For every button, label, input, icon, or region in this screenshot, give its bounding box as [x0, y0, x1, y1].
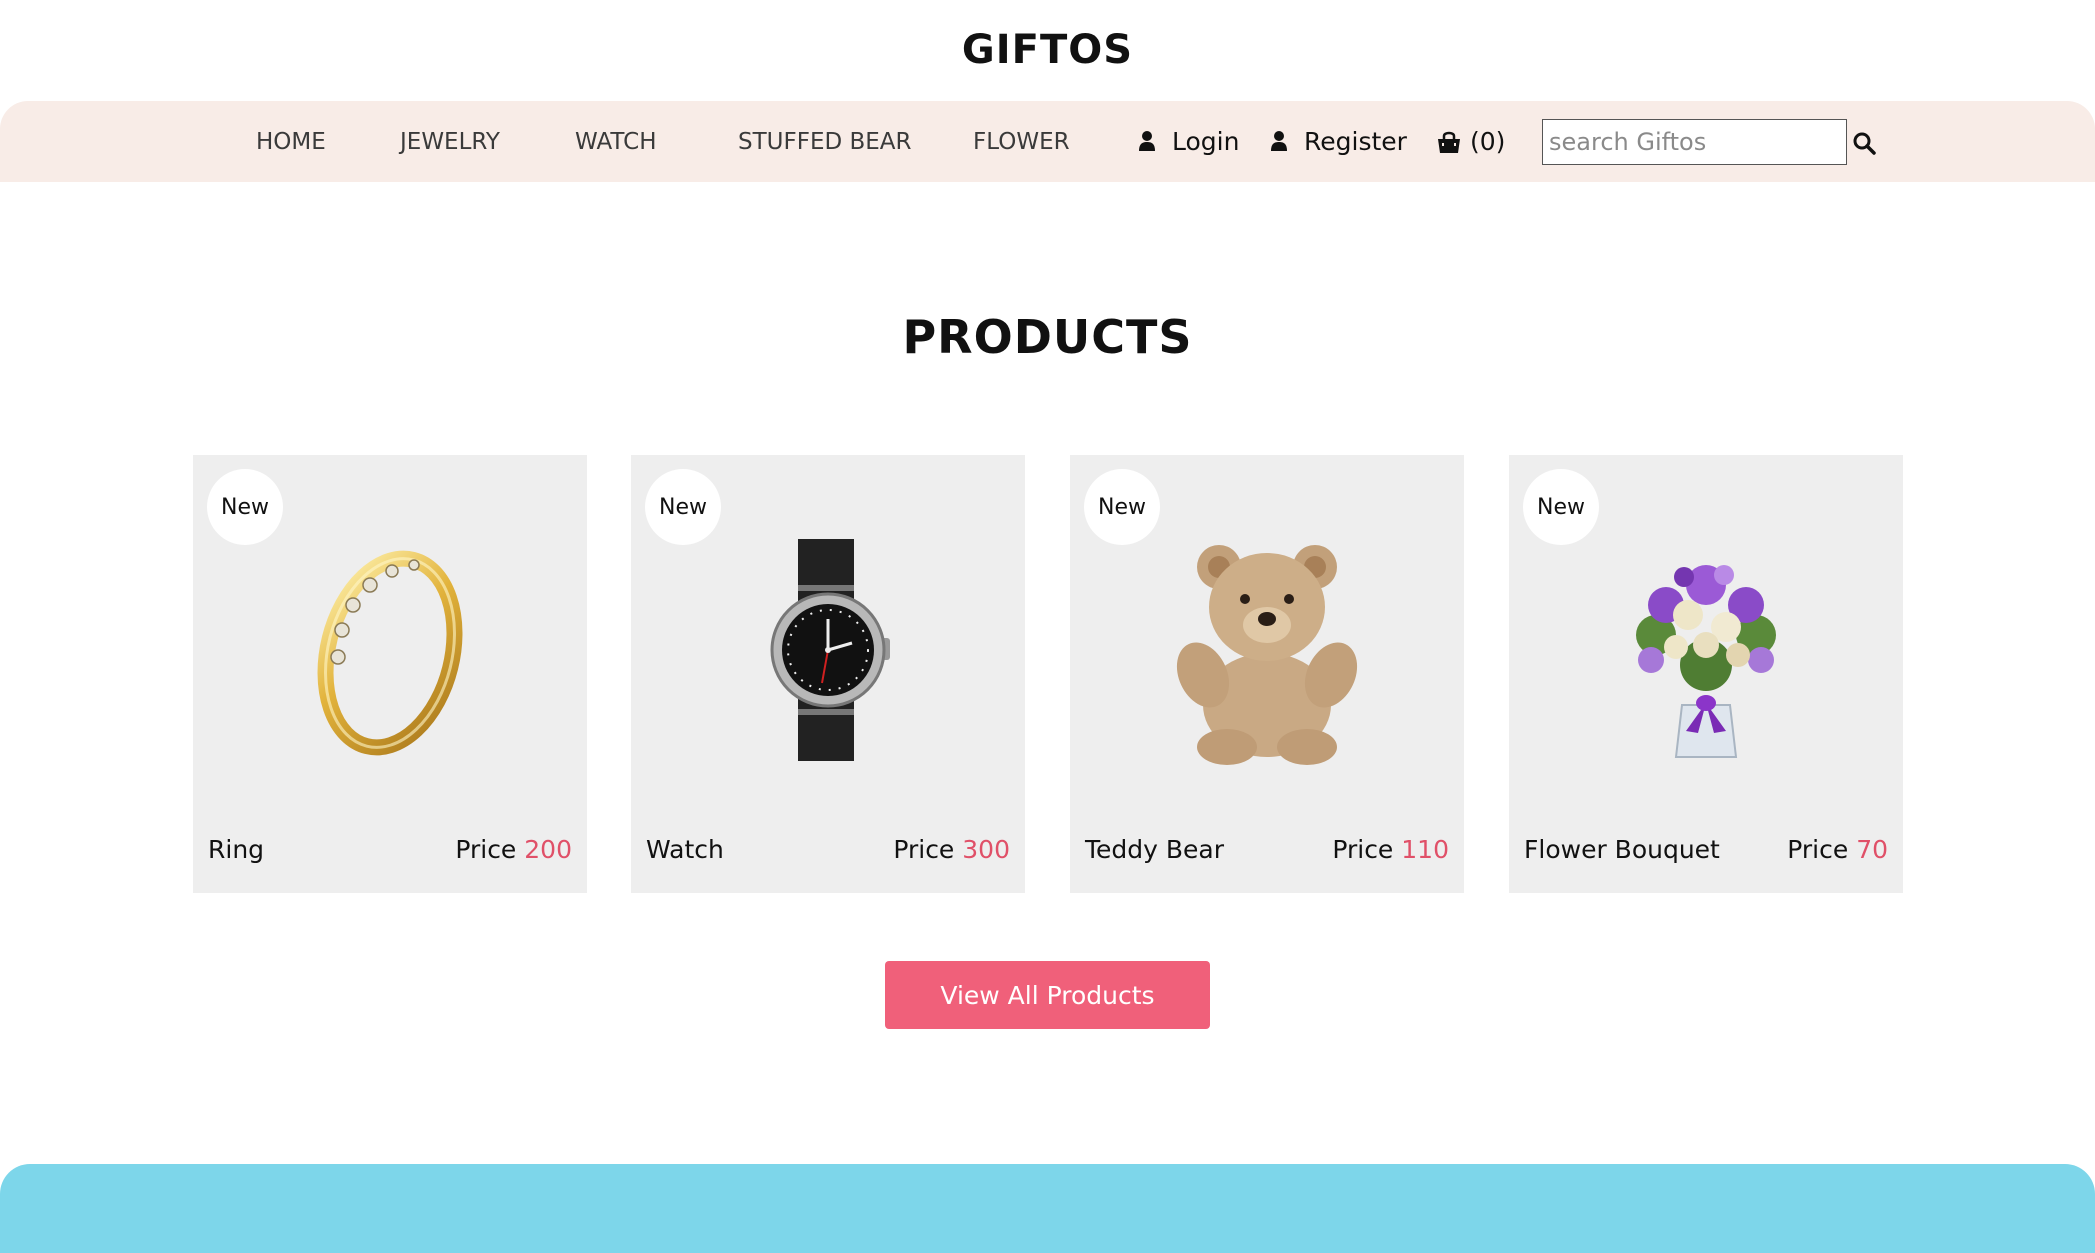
nav-link-watch[interactable]: WATCH: [575, 101, 657, 182]
shopping-bag-icon: [1436, 130, 1462, 154]
footer-section: [0, 1164, 2095, 1253]
new-badge: New: [645, 469, 721, 545]
user-icon: [1270, 130, 1290, 154]
register-label: Register: [1304, 127, 1407, 156]
product-price: Price 200: [455, 835, 572, 864]
price-label: Price: [455, 835, 517, 864]
price-label: Price: [893, 835, 955, 864]
register-link[interactable]: Register: [1270, 101, 1407, 182]
product-name: Flower Bouquet: [1524, 835, 1720, 864]
product-name: Teddy Bear: [1085, 835, 1225, 864]
product-card[interactable]: New Teddy Bear Price 110: [1070, 455, 1464, 893]
product-card[interactable]: New Watch Price 300: [631, 455, 1025, 893]
search-button[interactable]: [1852, 131, 1876, 155]
view-all-products-button[interactable]: View All Products: [885, 961, 1210, 1029]
product-price: Price 300: [893, 835, 1010, 864]
product-card[interactable]: New Ring Price 200: [193, 455, 587, 893]
login-link[interactable]: Login: [1138, 101, 1239, 182]
user-icon: [1138, 130, 1158, 154]
product-name: Ring: [208, 835, 265, 864]
login-label: Login: [1172, 127, 1240, 156]
product-card[interactable]: New Flower Bouquet Price 70: [1509, 455, 1903, 893]
product-name: Watch: [646, 835, 724, 864]
new-badge: New: [207, 469, 283, 545]
nav-link-flower[interactable]: FLOWER: [973, 101, 1070, 182]
section-title: PRODUCTS: [902, 310, 1193, 364]
product-price: Price 110: [1332, 835, 1449, 864]
site-logo[interactable]: GIFTOS: [0, 0, 2095, 100]
search-icon: [1852, 132, 1876, 159]
nav-link-home[interactable]: HOME: [256, 101, 326, 182]
teddy-bear-image: [1167, 535, 1367, 765]
product-price: Price 70: [1787, 835, 1888, 864]
new-badge: New: [1523, 469, 1599, 545]
nav-link-stuffed-bear[interactable]: STUFFED BEAR: [738, 101, 912, 182]
search-input[interactable]: [1542, 119, 1847, 165]
nav-link-jewelry[interactable]: JEWELRY: [400, 101, 500, 182]
price-value: 300: [962, 835, 1010, 864]
flower-bouquet-image: [1606, 535, 1806, 765]
new-badge: New: [1084, 469, 1160, 545]
cart-link[interactable]: (0): [1436, 101, 1505, 182]
price-value: 110: [1401, 835, 1449, 864]
ring-image: [290, 535, 490, 765]
site-logo-text: GIFTOS: [961, 27, 1134, 73]
watch-image: [728, 535, 928, 765]
price-value: 200: [524, 835, 572, 864]
cart-count: (0): [1470, 127, 1506, 156]
price-value: 70: [1856, 835, 1888, 864]
price-label: Price: [1787, 835, 1849, 864]
price-label: Price: [1332, 835, 1394, 864]
